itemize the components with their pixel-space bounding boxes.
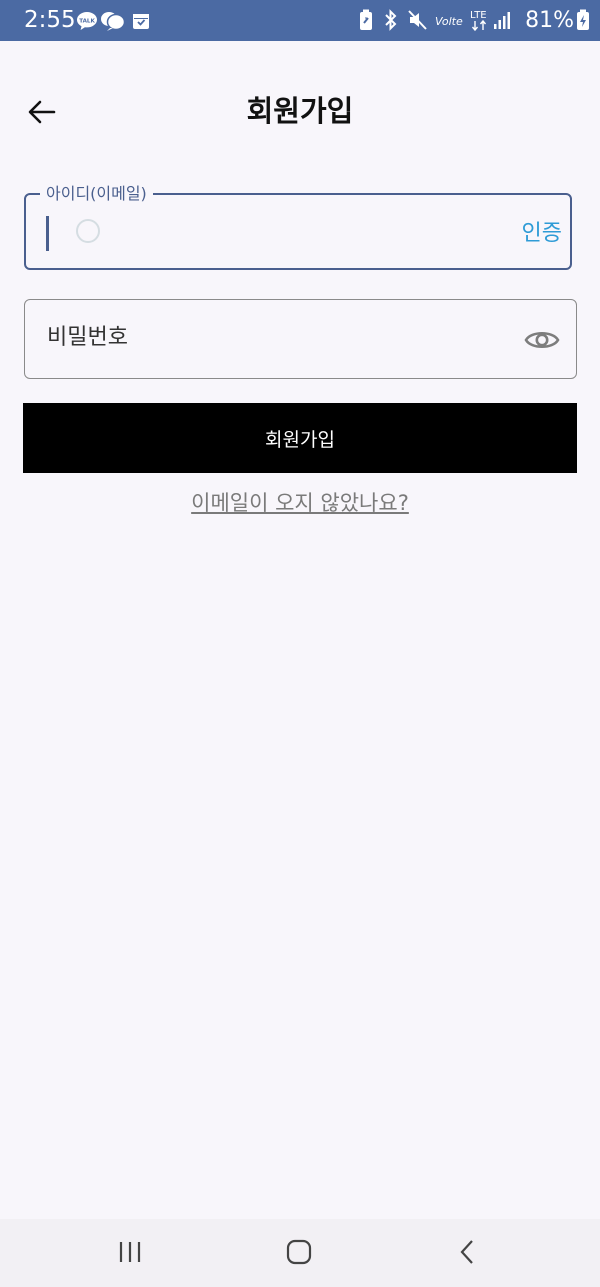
password-placeholder: 비밀번호 [47, 325, 128, 350]
battery-charging-icon [577, 9, 589, 30]
notification-icons: TALK [76, 9, 151, 33]
home-icon[interactable] [285, 1237, 315, 1267]
kakaotalk-label: TALK [79, 19, 95, 25]
resend-email-link[interactable]: 이메일이 오지 않았나요? [0, 488, 600, 518]
status-bar: 2:55 TALK Volte LTE 81% [0, 0, 600, 41]
battery-saver-icon [360, 9, 373, 30]
lte-label: LTE [470, 10, 487, 21]
recents-icon[interactable] [116, 1238, 144, 1266]
eye-icon[interactable] [524, 324, 560, 356]
loading-spinner-icon [76, 219, 100, 243]
email-field-label: 아이디(이메일) [40, 183, 153, 205]
status-time: 2:55 [24, 7, 76, 33]
signal-icon [494, 12, 511, 29]
bluetooth-icon [385, 9, 397, 31]
navigation-bar [0, 1219, 600, 1287]
system-status-icons: Volte LTE 81% [359, 5, 590, 35]
page-title: 회원가입 [246, 94, 354, 128]
mute-icon [408, 10, 427, 30]
kakaotalk-icon: TALK [77, 12, 97, 30]
battery-percent: 81% [525, 7, 574, 33]
volte-icon: Volte [435, 15, 463, 28]
text-cursor [46, 216, 49, 251]
lte-icon: LTE [470, 10, 487, 32]
back-icon[interactable] [456, 1237, 478, 1267]
calendar-icon [133, 14, 149, 29]
volte-label: Volte [435, 15, 463, 28]
verify-button[interactable]: 인증 [522, 219, 562, 249]
signup-button[interactable]: 회원가입 [23, 403, 577, 473]
chat-bubble-icon [101, 12, 126, 31]
